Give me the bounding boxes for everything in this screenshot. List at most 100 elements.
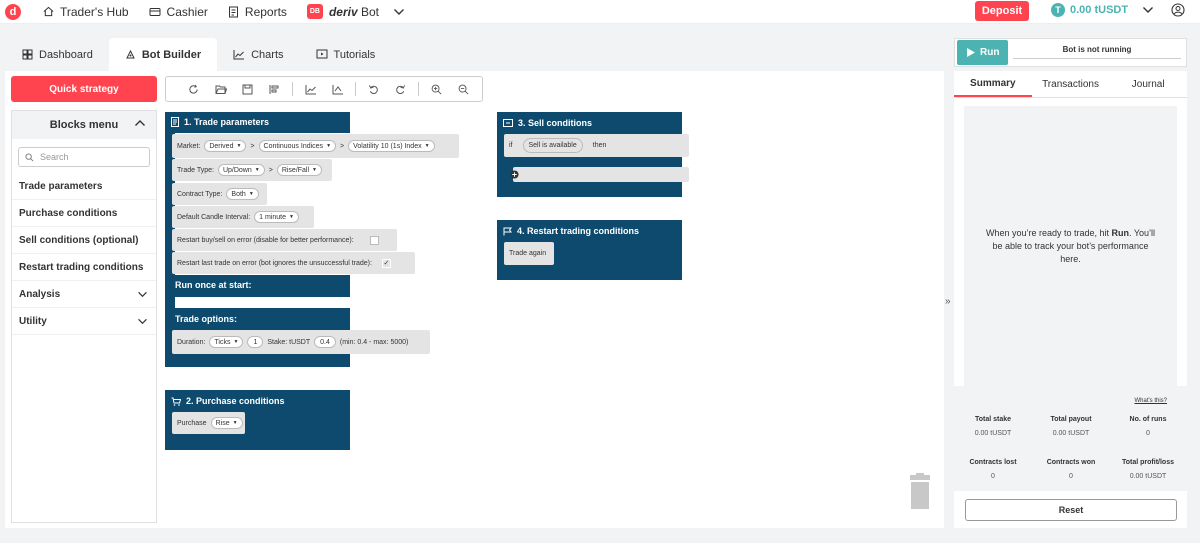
deriv-bot-badge: DB bbox=[306, 4, 323, 19]
stats-summary: What's this? Total stake 0.00 tUSDT Total… bbox=[954, 386, 1187, 491]
stake-input[interactable]: 0.4 bbox=[314, 336, 336, 348]
deposit-button[interactable]: Deposit bbox=[975, 1, 1029, 21]
duration-input[interactable]: 1 bbox=[247, 336, 264, 348]
tab-charts-label: Charts bbox=[251, 48, 284, 61]
redo-icon bbox=[396, 84, 406, 94]
restart-last-trade-row: Restart last trade on error (bot ignores… bbox=[172, 252, 415, 274]
purchase-dropdown[interactable]: Rise bbox=[210, 417, 243, 429]
submarket-dropdown[interactable]: Continuous Indices bbox=[258, 140, 337, 152]
stat-total-profit-loss: Total profit/loss 0.00 tUSDT bbox=[1109, 459, 1187, 480]
purchase-label: Purchase bbox=[177, 419, 207, 427]
tab-charts[interactable]: Charts bbox=[217, 38, 299, 71]
sell-icon bbox=[503, 119, 513, 127]
separator-arrow: > bbox=[250, 142, 255, 150]
symbol-dropdown[interactable]: Volatility 10 (1s) Index bbox=[348, 140, 435, 152]
toolbar-divider bbox=[418, 82, 419, 96]
contract-type-dropdown[interactable]: Both bbox=[226, 188, 259, 200]
tab-transactions[interactable]: Transactions bbox=[1032, 71, 1110, 97]
save-icon bbox=[242, 84, 253, 94]
workspace-toolbar bbox=[165, 76, 483, 102]
quick-strategy-button[interactable]: Quick strategy bbox=[11, 76, 157, 102]
restart-trading-block[interactable]: 4. Restart trading conditions Trade agai… bbox=[497, 220, 682, 280]
home-icon bbox=[43, 6, 54, 17]
market-dropdown[interactable]: Derived bbox=[204, 140, 247, 152]
trade-subtype-dropdown[interactable]: Rise/Fall bbox=[276, 164, 322, 176]
account-balance[interactable]: T 0.00 tUSDT bbox=[1051, 3, 1154, 17]
separator-arrow: > bbox=[340, 142, 345, 150]
stat-value: 0.00 tUSDT bbox=[974, 430, 1012, 437]
chevron-down-icon bbox=[138, 291, 147, 297]
redo-button[interactable] bbox=[387, 84, 414, 95]
blocks-menu-header[interactable]: Blocks menu bbox=[12, 111, 156, 139]
summary-tabs: Summary Transactions Journal bbox=[954, 71, 1187, 98]
market-label: Market: bbox=[177, 142, 201, 150]
nav-cashier[interactable]: Cashier bbox=[149, 5, 208, 19]
sell-available-condition[interactable]: Sell is available bbox=[522, 138, 583, 153]
stat-total-stake: Total stake 0.00 tUSDT bbox=[954, 416, 1032, 437]
tab-summary[interactable]: Summary bbox=[954, 71, 1032, 97]
reset-button[interactable]: Reset bbox=[965, 499, 1177, 521]
trade-parameters-block[interactable]: 1. Trade parameters Market: Derived > Co… bbox=[165, 112, 459, 367]
expand-panel-icon[interactable]: » bbox=[945, 296, 951, 307]
stat-label: Total stake bbox=[974, 416, 1012, 423]
contract-type-row: Contract Type: Both bbox=[172, 183, 267, 205]
run-panel: Run Bot is not running bbox=[954, 38, 1187, 67]
restart-last-trade-label: Restart last trade on error (bot ignores… bbox=[177, 259, 372, 267]
account-icon[interactable] bbox=[1171, 3, 1185, 17]
add-icon[interactable] bbox=[510, 170, 519, 179]
sort-blocks-button[interactable] bbox=[261, 84, 288, 95]
menu-item-utility[interactable]: Utility bbox=[12, 308, 156, 335]
duration-unit-dropdown[interactable]: Ticks bbox=[209, 336, 244, 348]
run-button-label: Run bbox=[980, 47, 1000, 58]
zoom-in-button[interactable] bbox=[423, 84, 450, 95]
restart-on-error-checkbox[interactable] bbox=[369, 235, 379, 245]
menu-item-trade-parameters[interactable]: Trade parameters bbox=[12, 173, 156, 200]
chevron-down-icon bbox=[138, 318, 147, 324]
purchase-row: Purchase Rise bbox=[172, 412, 245, 434]
zoom-out-button[interactable] bbox=[450, 84, 477, 95]
reset-workspace-button[interactable] bbox=[180, 84, 207, 95]
candle-interval-row: Default Candle Interval: 1 minute bbox=[172, 206, 314, 228]
menu-item-analysis[interactable]: Analysis bbox=[12, 281, 156, 308]
trash-icon[interactable] bbox=[906, 473, 934, 511]
deriv-bot-switcher[interactable]: DB deriv Bot bbox=[306, 4, 405, 19]
trade-type-dropdown[interactable]: Up/Down bbox=[217, 164, 265, 176]
whats-this-link[interactable]: What's this? bbox=[1135, 398, 1168, 404]
empty-run-word: Run bbox=[1111, 227, 1130, 238]
run-button[interactable]: Run bbox=[957, 40, 1008, 65]
restart-on-error-row: Restart buy/sell on error (disable for b… bbox=[172, 229, 397, 251]
load-button[interactable] bbox=[207, 84, 234, 95]
tab-journal[interactable]: Journal bbox=[1109, 71, 1187, 97]
undo-button[interactable] bbox=[360, 84, 387, 95]
tab-tutorials[interactable]: Tutorials bbox=[300, 38, 392, 71]
menu-item-restart-trading[interactable]: Restart trading conditions bbox=[12, 254, 156, 281]
nav-reports[interactable]: Reports bbox=[228, 5, 287, 19]
tutorials-icon bbox=[316, 49, 328, 59]
summary-empty-state: When you’re ready to trade, hit Run. You… bbox=[964, 106, 1177, 386]
menu-item-label: Utility bbox=[19, 315, 47, 327]
trading-view-button[interactable] bbox=[324, 84, 351, 95]
candle-interval-dropdown[interactable]: 1 minute bbox=[254, 211, 299, 223]
nav-traders-hub[interactable]: Trader's Hub bbox=[43, 5, 129, 19]
zoom-in-icon bbox=[431, 84, 442, 94]
blocks-search-input[interactable]: Search bbox=[18, 147, 150, 167]
menu-item-sell-conditions[interactable]: Sell conditions (optional) bbox=[12, 227, 156, 254]
purchase-conditions-block[interactable]: 2. Purchase conditions Purchase Rise bbox=[165, 390, 350, 450]
menu-item-purchase-conditions[interactable]: Purchase conditions bbox=[12, 200, 156, 227]
sell-conditions-block[interactable]: 3. Sell conditions if Sell is available … bbox=[497, 112, 689, 197]
chart-button[interactable] bbox=[297, 84, 324, 95]
save-button[interactable] bbox=[234, 84, 261, 95]
search-icon bbox=[25, 152, 34, 161]
tab-dashboard[interactable]: Dashboard bbox=[0, 38, 109, 71]
tab-bot-builder-label: Bot Builder bbox=[141, 48, 202, 61]
tab-bot-builder[interactable]: Bot Builder bbox=[108, 38, 218, 71]
stake-limits: (min: 0.4 - max: 5000) bbox=[339, 338, 409, 346]
trade-again-row[interactable]: Trade again bbox=[504, 242, 554, 265]
menu-item-label: Trade parameters bbox=[19, 180, 103, 192]
sell-then-slot[interactable] bbox=[513, 167, 689, 182]
stat-value: 0 bbox=[1069, 473, 1073, 480]
restart-last-trade-checkbox[interactable]: ✓ bbox=[381, 258, 391, 268]
deriv-logo-icon[interactable]: d bbox=[5, 3, 21, 20]
workspace[interactable]: Quick strategy Blocks menu Search Trade … bbox=[5, 71, 944, 528]
market-row: Market: Derived > Continuous Indices > V… bbox=[172, 134, 459, 158]
